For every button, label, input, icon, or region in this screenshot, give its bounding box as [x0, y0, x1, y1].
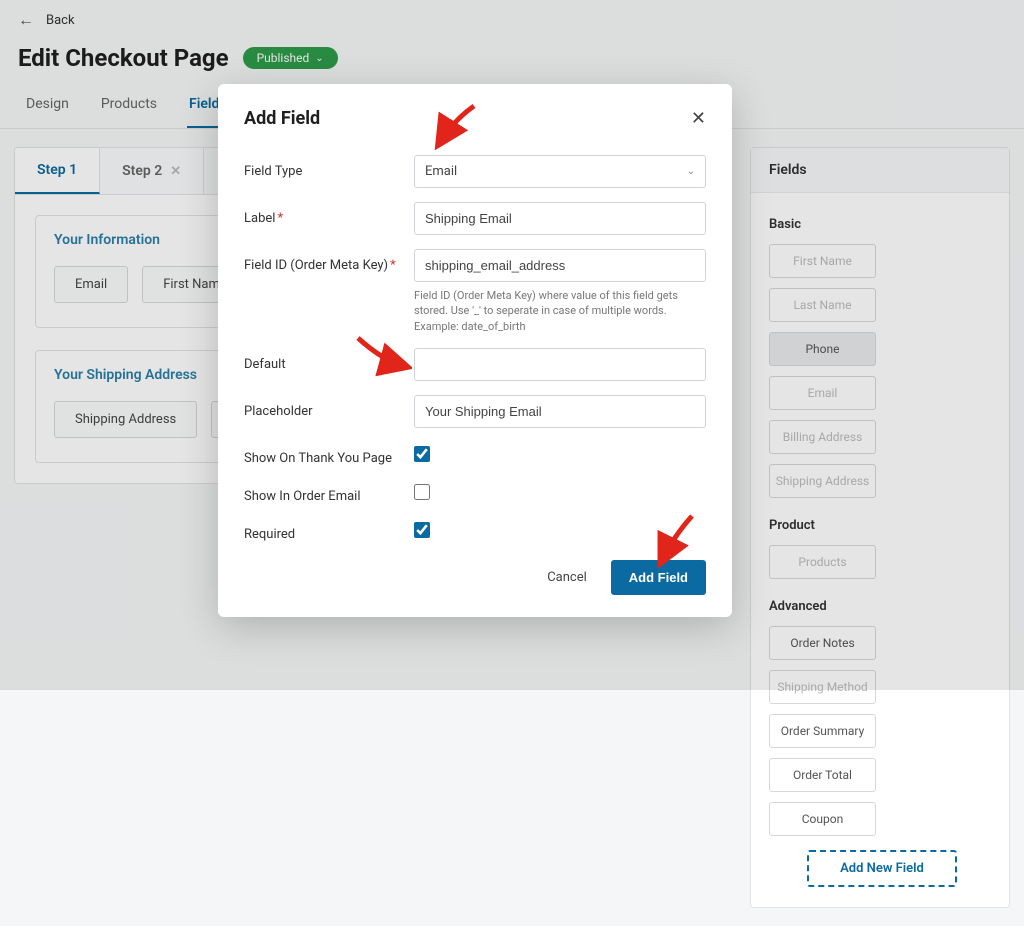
label-default: Default: [244, 348, 414, 381]
field-type-select[interactable]: Email ⌄: [414, 155, 706, 188]
chip-order-notes[interactable]: Order Notes: [769, 626, 876, 660]
row-field-id: Field ID (Order Meta Key)* Field ID (Ord…: [244, 249, 706, 334]
chip-order-total[interactable]: Order Total: [769, 758, 876, 792]
close-icon[interactable]: ✕: [691, 108, 706, 129]
label-field-id: Field ID (Order Meta Key)*: [244, 249, 414, 334]
chevron-down-icon: ⌄: [687, 166, 695, 177]
add-field-button[interactable]: Add Field: [611, 560, 706, 595]
row-thankyou: Show On Thank You Page: [244, 442, 706, 466]
field-chip-email[interactable]: Email: [54, 266, 128, 303]
row-required: Required: [244, 518, 706, 542]
row-default: Default: [244, 348, 706, 381]
order-email-checkbox[interactable]: [414, 484, 430, 500]
row-order-email: Show In Order Email: [244, 480, 706, 504]
label-required: Required: [244, 518, 414, 542]
back-arrow-icon[interactable]: ←: [18, 10, 34, 30]
field-id-help: Field ID (Order Meta Key) where value of…: [414, 288, 706, 334]
chip-products[interactable]: Products: [769, 545, 876, 579]
chip-email[interactable]: Email: [769, 376, 876, 410]
tab-design[interactable]: Design: [24, 86, 71, 128]
row-field-type: Field Type Email ⌄: [244, 155, 706, 188]
label-thankyou: Show On Thank You Page: [244, 442, 414, 466]
sidebar-heading: Fields: [751, 148, 1009, 193]
modal-title: Add Field: [244, 108, 320, 129]
step-tab-1[interactable]: Step 1: [15, 148, 100, 194]
add-new-field-button[interactable]: Add New Field: [807, 850, 957, 887]
field-id-input[interactable]: [414, 249, 706, 282]
default-input[interactable]: [414, 348, 706, 381]
step-tab-2[interactable]: Step 2 ✕: [100, 148, 204, 194]
status-label: Published: [257, 51, 310, 65]
chip-phone[interactable]: Phone: [769, 332, 876, 366]
status-badge[interactable]: Published ⌄: [243, 47, 338, 69]
thankyou-checkbox[interactable]: [414, 446, 430, 462]
label-field-type: Field Type: [244, 155, 414, 188]
row-placeholder: Placeholder: [244, 395, 706, 428]
step-label: Step 2: [122, 163, 162, 179]
chip-last-name[interactable]: Last Name: [769, 288, 876, 322]
chip-order-summary[interactable]: Order Summary: [769, 714, 876, 748]
row-label: Label*: [244, 202, 706, 235]
chevron-down-icon: ⌄: [315, 53, 323, 64]
chip-first-name[interactable]: First Name: [769, 244, 876, 278]
tab-products[interactable]: Products: [99, 86, 159, 128]
chip-shipping-address[interactable]: Shipping Address: [769, 464, 876, 498]
field-type-value: Email: [425, 164, 457, 179]
back-link[interactable]: Back: [46, 13, 75, 28]
required-checkbox[interactable]: [414, 522, 430, 538]
field-chip-shipping-address[interactable]: Shipping Address: [54, 401, 197, 438]
chip-coupon[interactable]: Coupon: [769, 802, 876, 836]
category-basic: Basic: [769, 217, 991, 232]
label-input[interactable]: [414, 202, 706, 235]
label-order-email: Show In Order Email: [244, 480, 414, 504]
close-step-icon[interactable]: ✕: [170, 164, 181, 179]
fields-sidebar: Fields Basic First Name Last Name Phone …: [750, 147, 1010, 908]
label-placeholder: Placeholder: [244, 395, 414, 428]
label-label: Label*: [244, 202, 414, 235]
placeholder-input[interactable]: [414, 395, 706, 428]
chip-shipping-method[interactable]: Shipping Method: [769, 670, 876, 704]
category-advanced: Advanced: [769, 599, 991, 614]
add-field-modal: Add Field ✕ Field Type Email ⌄ Label* Fi…: [218, 84, 732, 617]
page-title: Edit Checkout Page: [18, 44, 229, 72]
step-label: Step 1: [37, 162, 77, 178]
cancel-button[interactable]: Cancel: [541, 562, 593, 593]
chip-billing-address[interactable]: Billing Address: [769, 420, 876, 454]
category-product: Product: [769, 518, 991, 533]
